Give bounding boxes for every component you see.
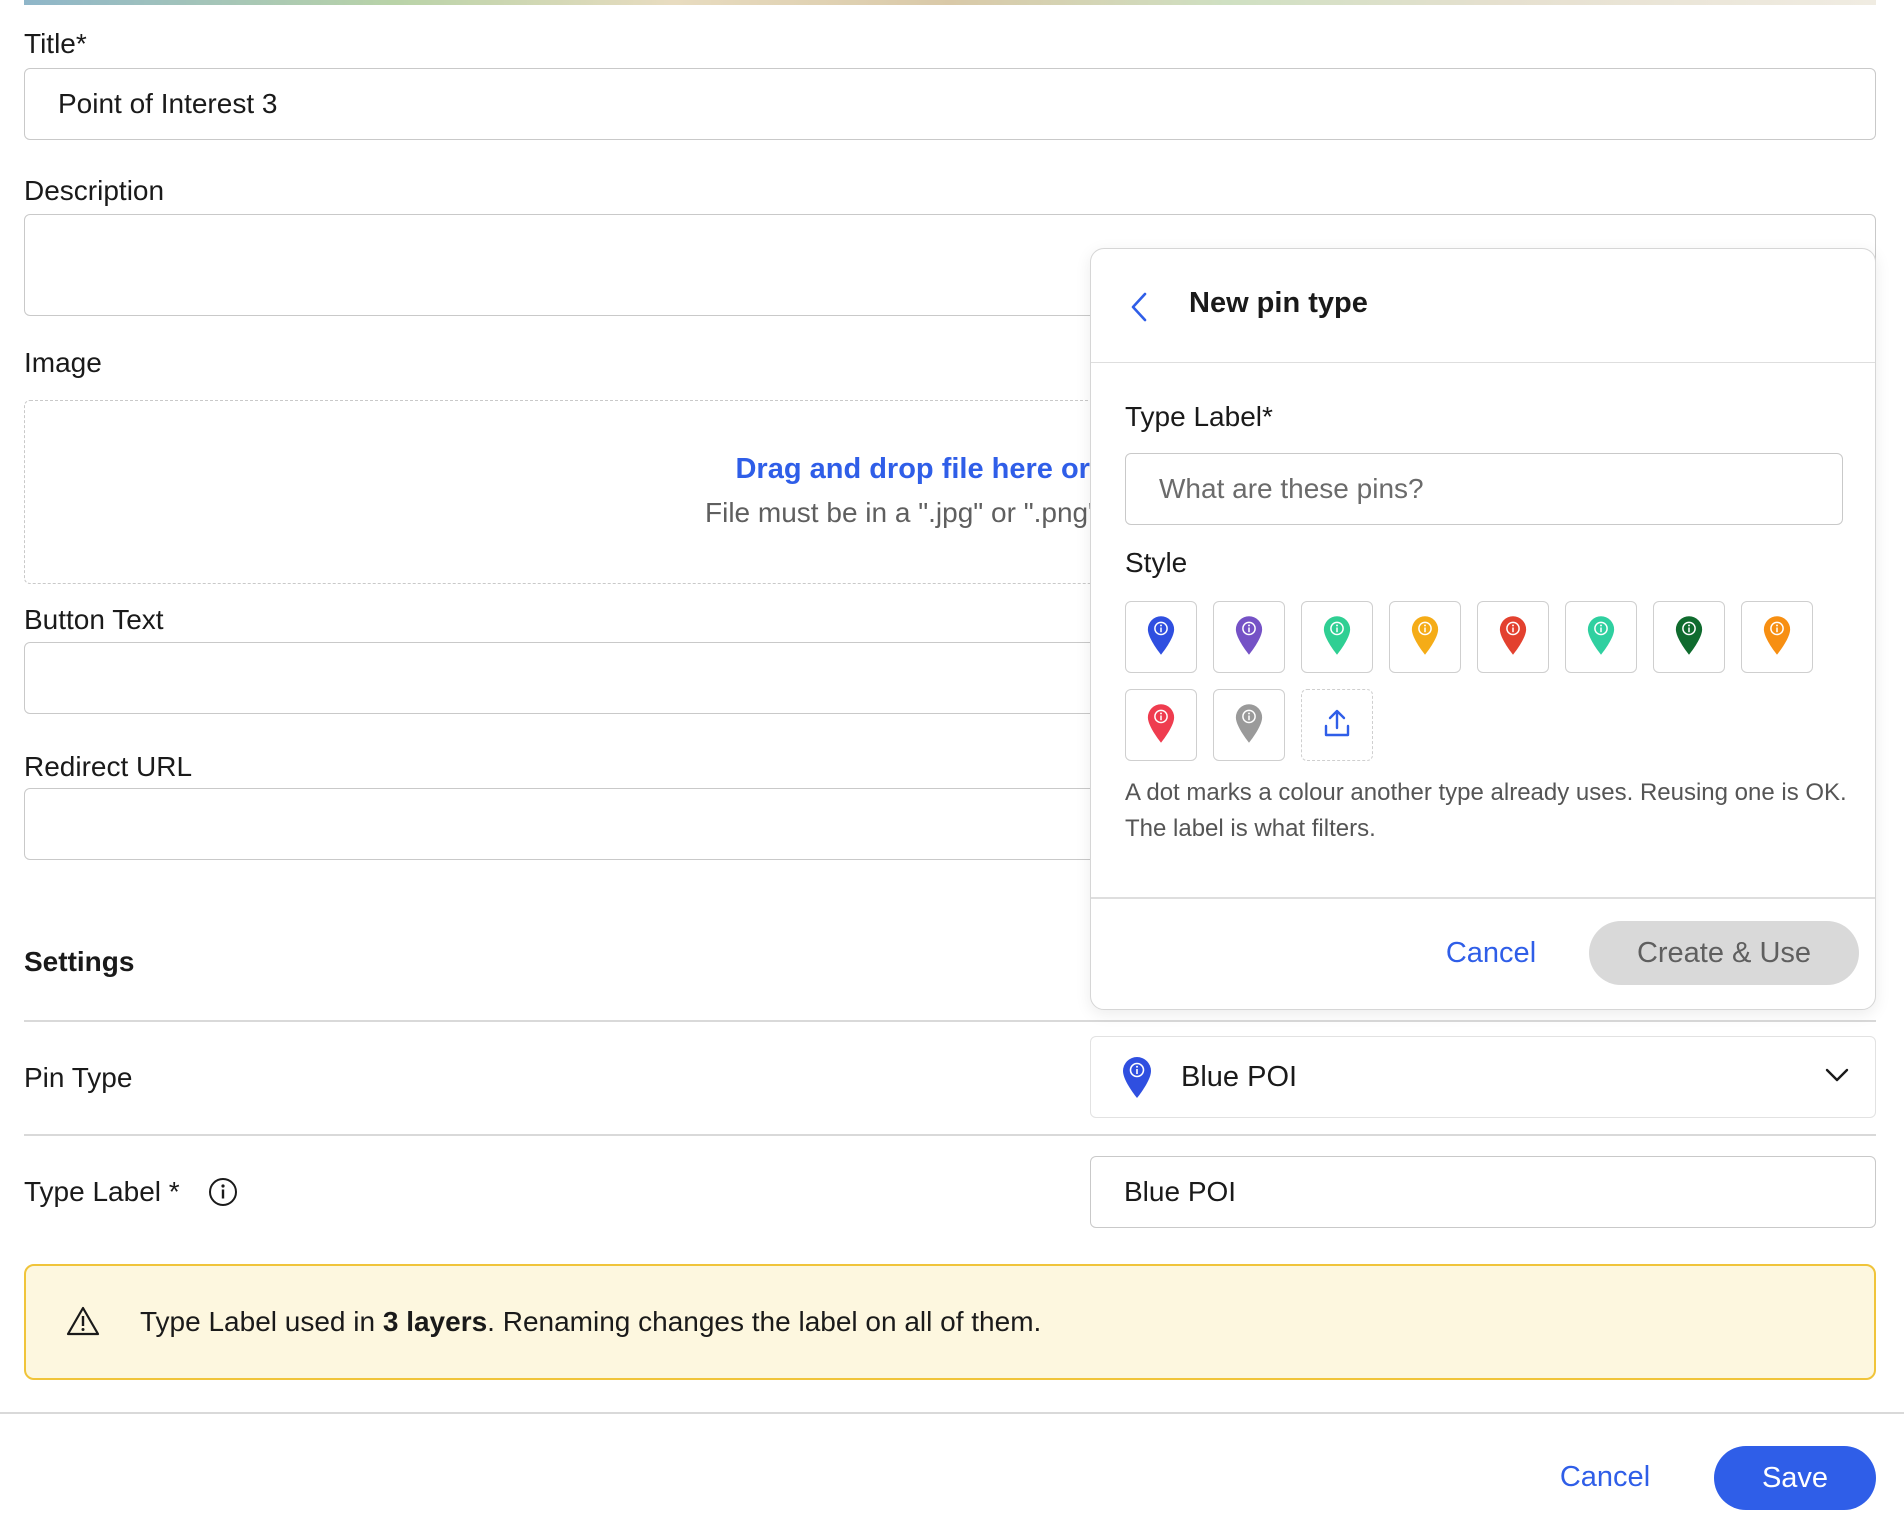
blue-pin-icon <box>1121 1055 1153 1104</box>
popover-title: New pin type <box>1189 287 1368 319</box>
type-label-input[interactable]: Blue POI <box>1090 1156 1876 1228</box>
pin-style-swatch-blue[interactable] <box>1125 601 1197 673</box>
warning-text-suffix: . Renaming changes the label on all of t… <box>487 1306 1042 1337</box>
redirect-url-label: Redirect URL <box>24 751 193 782</box>
type-label-label: Type Label * <box>24 1176 180 1207</box>
back-chevron-icon[interactable] <box>1129 291 1149 328</box>
pin-style-swatch-red[interactable] <box>1477 601 1549 673</box>
teal-pin-icon <box>1322 614 1352 661</box>
chevron-down-icon <box>1825 1067 1849 1088</box>
rose-pin-icon <box>1146 702 1176 749</box>
popover-header: New pin type <box>1091 249 1875 363</box>
amber-pin-icon <box>1410 614 1440 661</box>
pin-style-swatch-dark-green[interactable] <box>1653 601 1725 673</box>
cancel-button[interactable]: Cancel <box>1540 1445 1670 1509</box>
popover-cancel-button[interactable]: Cancel <box>1431 921 1551 985</box>
create-and-use-button[interactable]: Create & Use <box>1589 921 1859 985</box>
rename-warning-banner: Type Label used in 3 layers. Renaming ch… <box>24 1264 1876 1380</box>
button-text-label: Button Text <box>24 604 164 635</box>
mint-pin-icon <box>1586 614 1616 661</box>
settings-divider <box>24 1020 1876 1022</box>
image-label: Image <box>24 347 102 378</box>
pin-style-swatch-rose[interactable] <box>1125 689 1197 761</box>
pin-style-swatch-orange[interactable] <box>1741 601 1813 673</box>
blue-pin-icon <box>1146 614 1176 661</box>
map-preview-strip <box>24 0 1876 5</box>
type-label-input-value: Blue POI <box>1124 1176 1237 1207</box>
title-label: Title* <box>24 28 87 59</box>
popover-footer-divider <box>1091 897 1875 899</box>
pin-style-swatch-amber[interactable] <box>1389 601 1461 673</box>
save-button[interactable]: Save <box>1714 1446 1876 1510</box>
popover-type-label-input[interactable] <box>1126 454 1842 524</box>
popover-style-label: Style <box>1125 547 1188 578</box>
warning-text-count: 3 layers <box>382 1306 488 1337</box>
popover-type-label-label: Type Label* <box>1125 401 1273 432</box>
pin-type-value: Blue POI <box>1181 1061 1298 1093</box>
pin-type-select[interactable]: Blue POI <box>1090 1036 1876 1118</box>
upload-icon <box>1323 708 1351 743</box>
pin-style-swatch-purple[interactable] <box>1213 601 1285 673</box>
popover-type-label-field[interactable] <box>1125 453 1843 525</box>
title-input-value: Point of Interest 3 <box>58 88 278 119</box>
new-pin-type-popover: New pin type Type Label* Style A dot mar… <box>1090 248 1876 1010</box>
dark-green-pin-icon <box>1674 614 1704 661</box>
warning-icon <box>66 1306 100 1341</box>
pin-style-swatch-mint[interactable] <box>1565 601 1637 673</box>
description-label: Description <box>24 175 165 206</box>
warning-text-prefix: Type Label used in <box>140 1306 383 1337</box>
popover-style-note: A dot marks a colour another type alread… <box>1125 779 1847 842</box>
info-icon[interactable] <box>208 1177 238 1212</box>
purple-pin-icon <box>1234 614 1264 661</box>
pin-style-swatch-gray[interactable] <box>1213 689 1285 761</box>
pin-type-divider <box>24 1134 1876 1136</box>
gray-pin-icon <box>1234 702 1264 749</box>
orange-pin-icon <box>1762 614 1792 661</box>
footer-divider <box>0 1412 1904 1414</box>
pin-style-swatch-teal[interactable] <box>1301 601 1373 673</box>
pin-type-label: Pin Type <box>24 1062 133 1093</box>
warning-text: Type Label used in 3 layers. Renaming ch… <box>140 1306 1041 1338</box>
red-pin-icon <box>1498 614 1528 661</box>
settings-heading: Settings <box>24 946 135 977</box>
upload-custom-pin-button[interactable] <box>1301 689 1373 761</box>
title-input[interactable]: Point of Interest 3 <box>24 68 1876 140</box>
